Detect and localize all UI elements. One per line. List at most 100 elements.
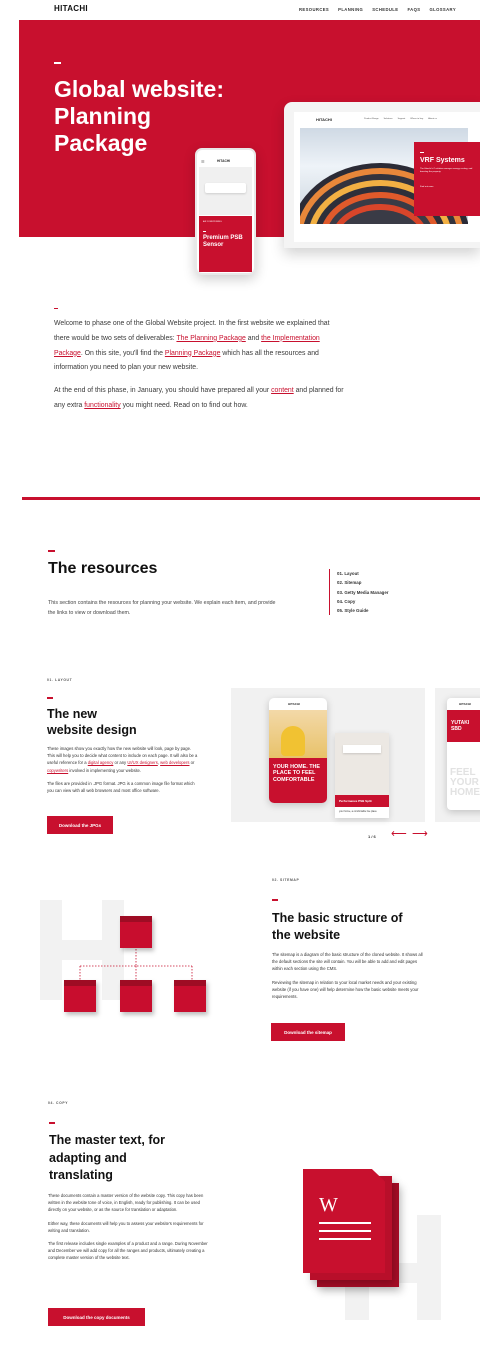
- laptop-nav-item: Support: [397, 118, 406, 120]
- planning-package-link[interactable]: The Planning Package: [176, 335, 245, 342]
- mock-phone-1-logo: HITACHI: [288, 702, 300, 706]
- layout-carousel-slide-2: HITACHI YUTAKI SBD FEEL YOUR HOME: [435, 688, 480, 822]
- chair-image: [281, 726, 305, 756]
- nav-glossary[interactable]: GLOSSARY: [429, 7, 456, 12]
- resources-list-item[interactable]: 04. Copy: [337, 597, 389, 606]
- arrow-right-icon[interactable]: ⟶: [412, 829, 428, 840]
- logo[interactable]: HITACHI: [54, 4, 88, 13]
- sitemap-title-line: the website: [272, 927, 341, 942]
- laptop-nav: Product Range Solutions Support Where to…: [364, 118, 437, 120]
- intro-dash: [54, 308, 58, 309]
- copy-title-line: translating: [49, 1168, 113, 1182]
- copy-paragraph-3: The first release includes single exampl…: [48, 1241, 208, 1261]
- mock-phone-3-bg-text: FEEL YOUR HOME: [450, 767, 480, 798]
- mock-phone-1-image: [269, 710, 327, 758]
- ac-unit-image: [205, 183, 246, 193]
- laptop-screen: HITACHI Product Range Solutions Support …: [294, 112, 480, 242]
- layout-text: These images show you exactly how the ne…: [47, 745, 199, 794]
- nav-resources[interactable]: RESOURCES: [299, 7, 329, 12]
- resources-dash: [48, 550, 55, 552]
- phone-card-label: AIR CONDITIONING: [203, 221, 222, 223]
- layout-title-line: website design: [47, 723, 137, 737]
- intro-text-span: and: [245, 334, 262, 342]
- nav-faqs[interactable]: FAQS: [407, 7, 420, 12]
- document-line: [319, 1238, 371, 1240]
- copy-title: The master text, for adapting and transl…: [49, 1132, 165, 1185]
- laptop-card-title: VRF Systems: [420, 157, 465, 164]
- intro-text-span: At the end of this phase, in January, yo…: [54, 387, 272, 395]
- resources-list-item[interactable]: 02. Sitemap: [337, 578, 389, 587]
- phone-card-title: Premium PSB Sensor: [203, 235, 243, 248]
- layout-text-span: or: [189, 760, 195, 766]
- mock-phone-2-text: your home, a comfortable live place: [339, 810, 377, 813]
- content-link[interactable]: content: [271, 387, 294, 394]
- mock-phone-3: HITACHI YUTAKI SBD FEEL YOUR HOME: [447, 698, 480, 810]
- document-line: [319, 1222, 371, 1224]
- document-front: W: [303, 1169, 385, 1273]
- laptop-mockup: HITACHI Product Range Solutions Support …: [284, 102, 480, 248]
- intro-text: Welcome to phase one of the Global Websi…: [54, 317, 344, 414]
- document-stack: W: [303, 1169, 403, 1294]
- hero-title: Global website: Planning Package: [54, 76, 224, 157]
- download-sitemap-button[interactable]: Download the sitemap: [271, 1023, 345, 1041]
- download-copy-button[interactable]: Download the copy documents: [48, 1308, 145, 1326]
- laptop-card-dash: [420, 152, 424, 153]
- functionality-link[interactable]: functionality: [84, 402, 120, 409]
- mock-phone-3-logo: HITACHI: [459, 702, 471, 706]
- ac-unit-image-2: [343, 745, 381, 753]
- sitemap-paragraph-2: Reviewing the sitemap in relation to you…: [272, 979, 419, 1000]
- ui-ux-designers-link[interactable]: UI/UX designers: [127, 760, 158, 765]
- resources-list: 01. Layout 02. Sitemap 03. Getty Media M…: [329, 569, 389, 616]
- mock-phone-2-card-title: Performance PSB Split: [339, 799, 372, 803]
- intro-text-span: . On this site, you'll find the: [80, 349, 165, 357]
- document-line: [319, 1230, 371, 1232]
- laptop-card-link: Find out more: [420, 186, 434, 188]
- mock-phone-2: Performance PSB Split your home, a comfo…: [335, 733, 389, 818]
- copy-dash: [49, 1122, 55, 1124]
- mock-phone-1-card: YOUR HOME. THE PLACE TO FEEL COMFORTABLE: [269, 758, 327, 803]
- layout-paragraph-1: These images show you exactly how the ne…: [47, 745, 199, 774]
- layout-text-span: involved in implementing your website.: [68, 767, 142, 773]
- copy-paragraph-1: These documents contain a master version…: [48, 1193, 204, 1213]
- download-jpgs-button[interactable]: Download the JPGs: [47, 816, 113, 834]
- hero-title-line: Planning: [54, 103, 152, 129]
- laptop-nav-item: Where to buy: [410, 118, 424, 120]
- intro-paragraph-2: At the end of this phase, in January, yo…: [54, 384, 344, 414]
- layout-dash: [47, 697, 53, 699]
- laptop-card: VRF Systems The Hitachi IoT solution man…: [414, 142, 480, 216]
- menu-icon: ☰: [201, 159, 205, 164]
- copy-paragraph-2: Either way, these documents will help yo…: [48, 1220, 204, 1233]
- resources-list-item[interactable]: 01. Layout: [337, 569, 389, 578]
- layout-carousel-slide-1: HITACHI YOUR HOME. THE PLACE TO FEEL COM…: [231, 688, 425, 822]
- nav-planning[interactable]: PLANNING: [338, 7, 363, 12]
- laptop-nav-item: Solutions: [383, 118, 393, 120]
- arrow-left-icon[interactable]: ⟵: [391, 829, 407, 840]
- copywriters-link[interactable]: copywriters: [47, 768, 68, 773]
- resources-text: This section contains the resources for …: [48, 600, 276, 616]
- nav-schedule[interactable]: SCHEDULE: [372, 7, 398, 12]
- mock-phone-2-image: [335, 733, 389, 795]
- copy-text: These documents contain a master version…: [48, 1192, 208, 1262]
- mock-phone-3-card: YUTAKI SBD: [447, 710, 480, 742]
- resources-title: The resources: [48, 560, 158, 577]
- laptop-nav-item: Product Range: [364, 118, 379, 120]
- resources-list-item[interactable]: 05. Style Guide: [337, 606, 389, 615]
- digital-agency-link[interactable]: digital agency: [88, 760, 114, 765]
- web-developers-link[interactable]: web developers: [160, 760, 189, 765]
- carousel-pager: 1 / 6: [368, 834, 376, 839]
- phone-logo: HITACHI: [217, 159, 231, 163]
- mock-phone-2-card: Performance PSB Split: [335, 795, 389, 807]
- sitemap-paragraph-1: The sitemap is a diagram of the basic st…: [272, 952, 423, 972]
- laptop-card-text: The Hitachi IoT solution manages energy …: [420, 168, 473, 174]
- phone-mockup: HITACHI ☰ AIR CONDITIONING Premium PSB S…: [195, 148, 256, 275]
- copy-title-line: The master text, for: [49, 1133, 166, 1147]
- intro-paragraph-1: Welcome to phase one of the Global Websi…: [54, 317, 344, 376]
- intro-text-span: you might need. Read on to find out how.: [120, 401, 248, 409]
- sitemap-text: The sitemap is a diagram of the basic st…: [272, 951, 424, 1000]
- phone-card-dash: [203, 231, 206, 232]
- laptop-nav-item: About us: [428, 118, 437, 120]
- layout-paragraph-2: The files are provided in .JPG format. J…: [47, 780, 195, 794]
- planning-package-link-2[interactable]: Planning Package: [165, 350, 221, 357]
- resources-list-item[interactable]: 03. Getty Media Manager: [337, 588, 389, 597]
- layout-label: 01. LAYOUT: [47, 678, 73, 682]
